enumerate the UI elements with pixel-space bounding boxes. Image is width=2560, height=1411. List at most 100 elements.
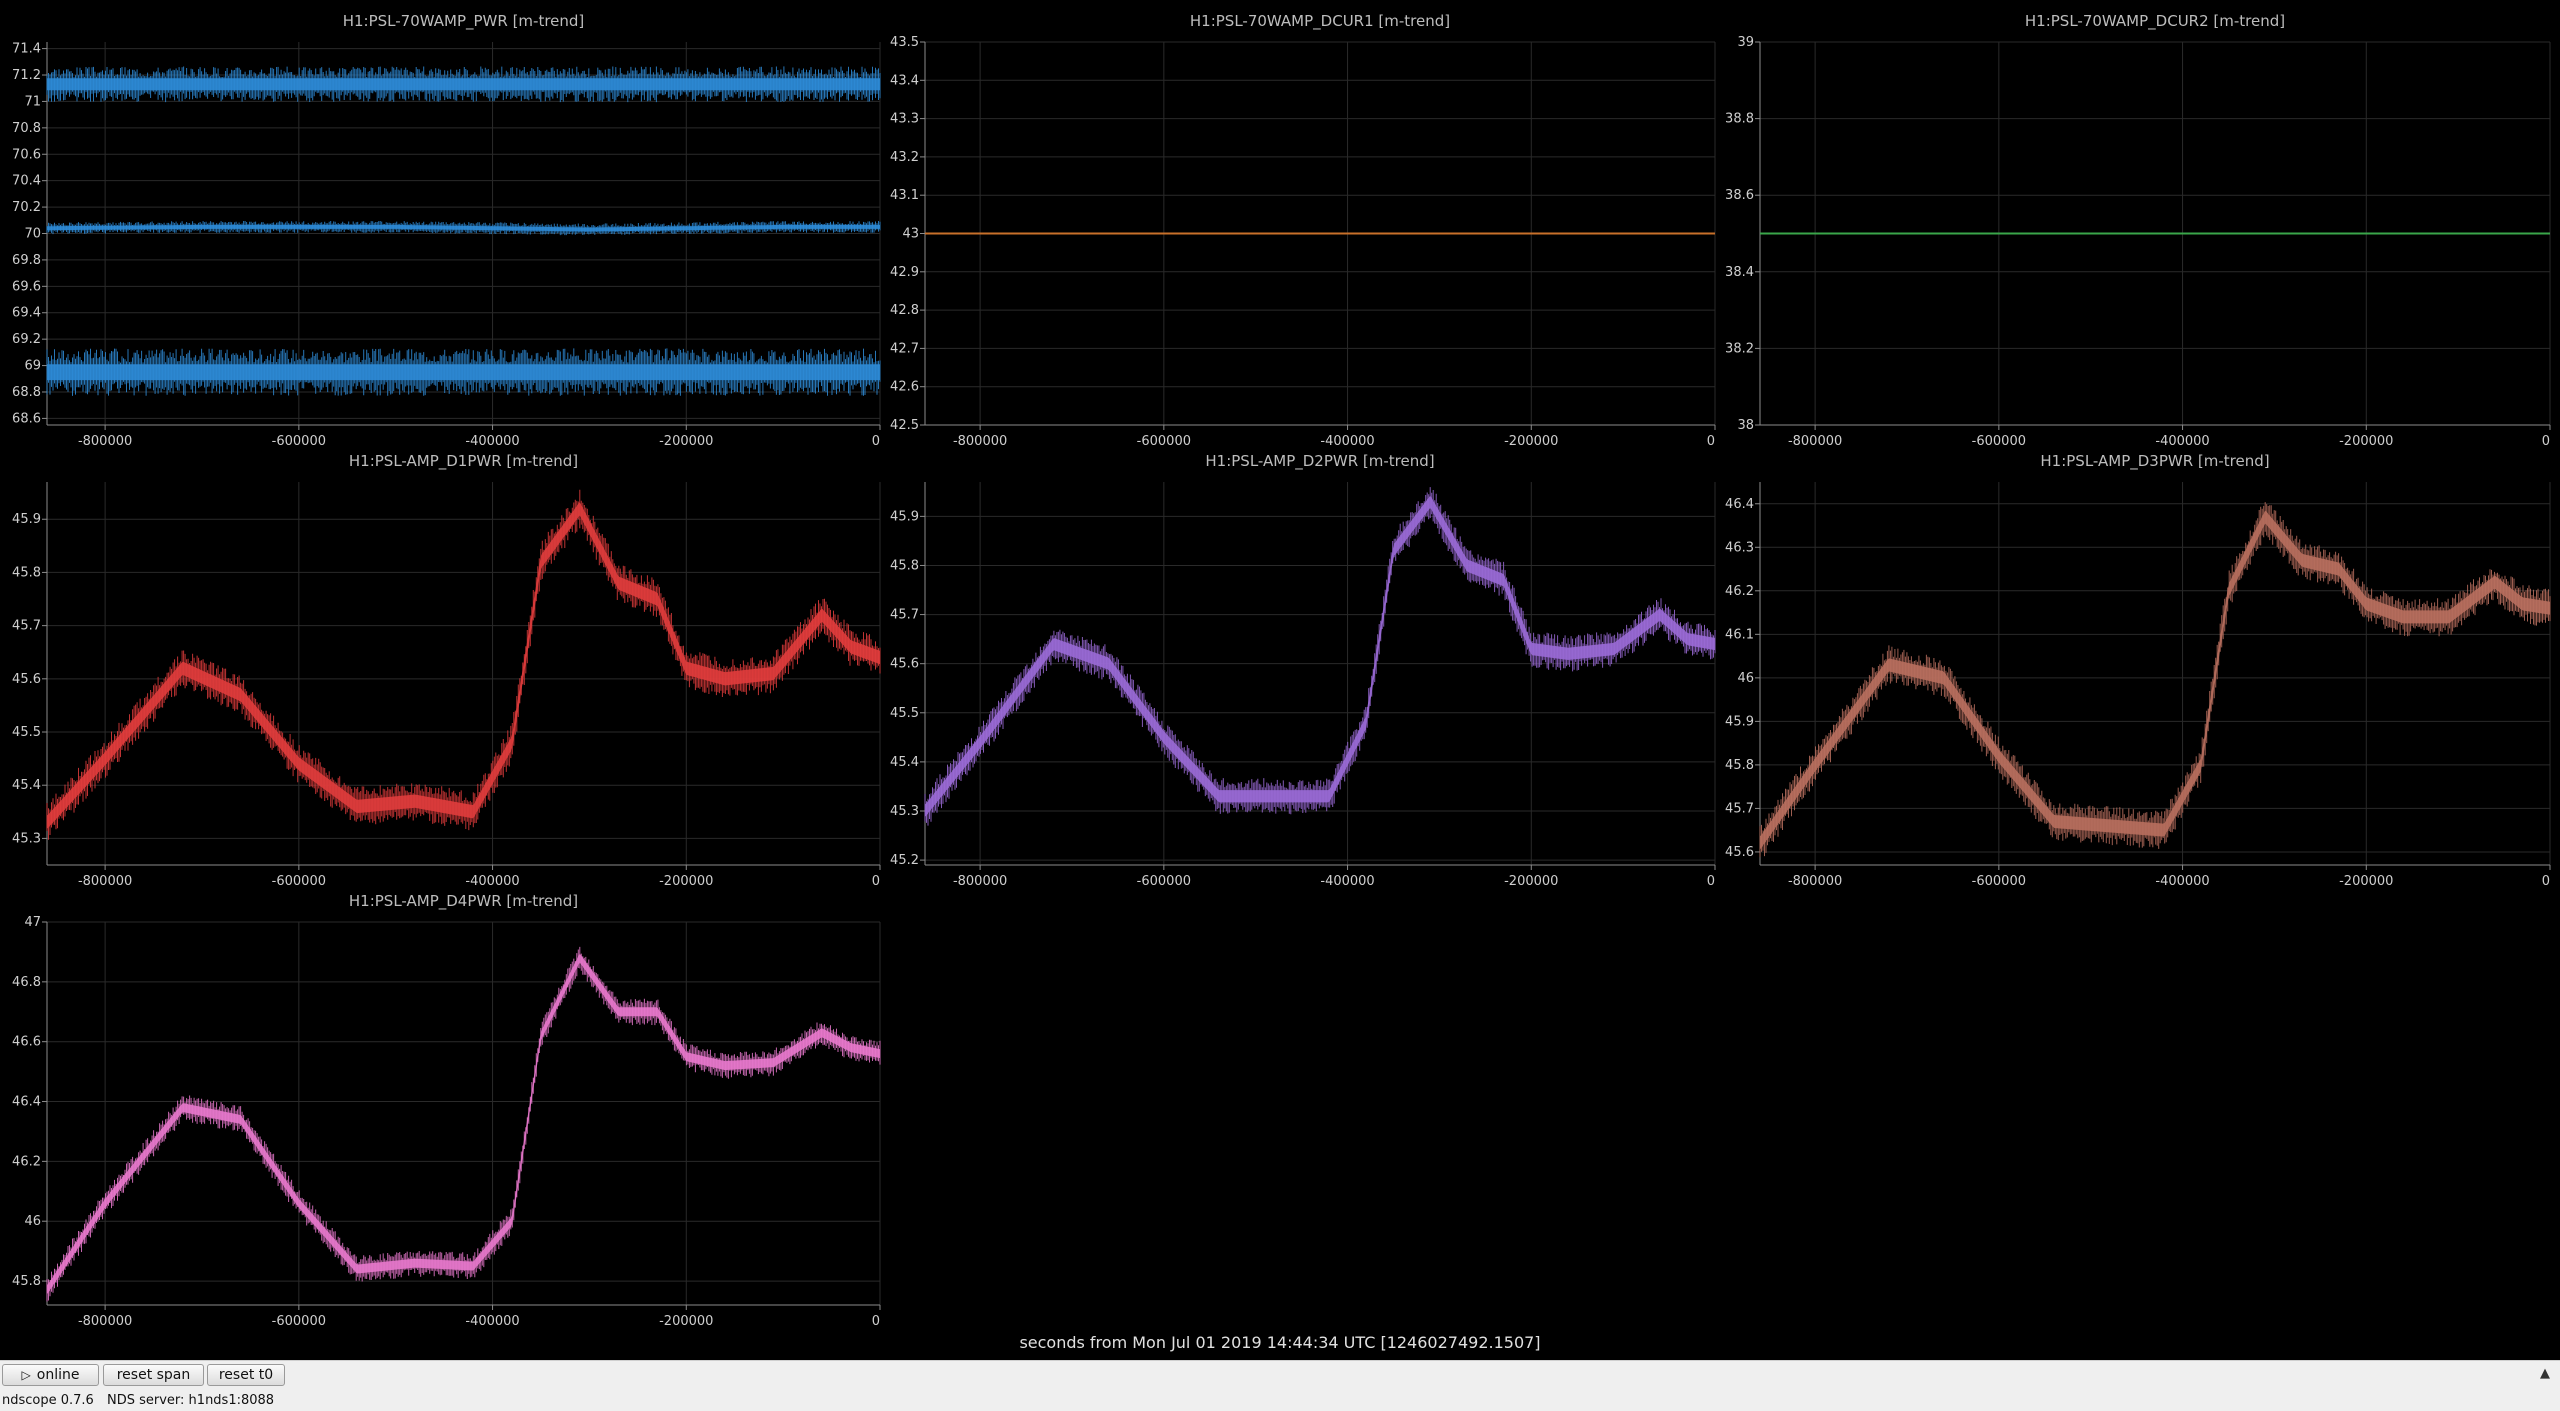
x-tick-label: -600000 [272, 434, 326, 449]
y-tick-label: 46 [24, 1214, 41, 1229]
y-tick-label: 46 [1737, 671, 1754, 686]
plot-panel[interactable]: H1:PSL-AMP_D3PWR [m-trend] 45.6 45.7 45.8 45… [1725, 452, 2551, 889]
y-tick-label: 68.8 [12, 385, 41, 400]
y-tick-label: 46.1 [1725, 627, 1754, 642]
y-tick-label: 45.7 [12, 619, 41, 634]
y-tick-label: 45.8 [12, 565, 41, 580]
y-tick-label: 45.9 [890, 509, 919, 524]
y-tick-label: 45.4 [12, 778, 41, 793]
y-tick-label: 46.3 [1725, 540, 1754, 555]
y-tick-label: 45.9 [12, 512, 41, 527]
x-tick-label: 0 [1707, 434, 1715, 449]
x-tick-label: -600000 [1137, 874, 1191, 889]
x-tick-label: -800000 [953, 874, 1007, 889]
y-tick-label: 43.4 [890, 73, 919, 88]
y-tick-label: 45.5 [890, 706, 919, 721]
reset-span-button[interactable]: reset span [103, 1364, 204, 1386]
y-tick-label: 46.4 [1725, 497, 1754, 512]
series-line [46, 66, 881, 103]
plot-canvas[interactable]: 45.3 45.4 45.5 45.6 45.7 45.8 45.9 -800000 -6000… [12, 482, 881, 893]
y-tick-label: 46.2 [1725, 584, 1754, 599]
plot-panel[interactable]: H1:PSL-70WAMP_PWR [m-trend] 68.6 68.8 69 69.… [12, 12, 881, 449]
x-tick-label: -800000 [1788, 874, 1842, 889]
plot-panel[interactable]: H1:PSL-70WAMP_DCUR1 [m-trend] 42.5 42.6 42.… [890, 12, 1716, 449]
series-trace [47, 78, 880, 91]
toolbar: ▷ online reset span reset t0 ▲ [0, 1360, 2560, 1389]
plot-canvas[interactable]: 45.6 45.7 45.8 45.9 46 46.1 46.2 46.3 46.4 -80000… [1725, 482, 2551, 893]
y-tick-label: 45.7 [890, 608, 919, 623]
y-tick-label: 43.5 [890, 35, 919, 50]
plot-title: H1:PSL-70WAMP_DCUR1 [m-trend] [1189, 12, 1451, 30]
x-tick-label: -800000 [953, 434, 1007, 449]
plot-canvas[interactable]: 42.5 42.6 42.7 42.8 42.9 43 43.1 43.2 43.3 43.4 43… [890, 35, 1716, 453]
plot-canvas[interactable]: 38 38.2 38.4 38.6 38.8 39 -800000 -600000 -40000… [1725, 35, 2551, 453]
x-tick-label: -800000 [78, 434, 132, 449]
y-tick-label: 45.6 [1725, 845, 1754, 860]
plot-panel[interactable]: H1:PSL-70WAMP_DCUR2 [m-trend] 38 38.2 38.4 3… [1725, 12, 2551, 449]
x-tick-label: -400000 [465, 434, 519, 449]
y-tick-label: 70 [24, 227, 41, 242]
x-tick-label: -400000 [1320, 434, 1374, 449]
y-tick-label: 70.2 [12, 200, 41, 215]
x-tick-label: -200000 [659, 434, 713, 449]
chevron-up-icon[interactable]: ▲ [2540, 1366, 2550, 1381]
series-line [46, 489, 881, 840]
plot-title: H1:PSL-70WAMP_DCUR2 [m-trend] [2024, 12, 2286, 30]
x-tick-label: -600000 [1972, 434, 2026, 449]
y-tick-label: 42.7 [890, 341, 919, 356]
x-tick-label: 0 [872, 874, 880, 889]
y-tick-label: 46.8 [12, 975, 41, 990]
plot-panel[interactable]: H1:PSL-AMP_D2PWR [m-trend] 45.2 45.3 45.4 45… [890, 452, 1716, 889]
y-tick-label: 42.6 [890, 380, 919, 395]
y-tick-label: 70.8 [12, 121, 41, 136]
x-tick-label: -400000 [1320, 874, 1374, 889]
series-line [924, 487, 1716, 826]
y-tick-label: 46.6 [12, 1035, 41, 1050]
plot-canvas[interactable]: 45.8 46 46.2 46.4 46.6 46.8 47 -800000 -600000 -4… [12, 915, 881, 1333]
online-button[interactable]: ▷ online [2, 1364, 99, 1386]
series-trace [925, 495, 1715, 818]
y-tick-label: 45.8 [1725, 758, 1754, 773]
plot-panel[interactable]: H1:PSL-AMP_D1PWR [m-trend] 45.3 45.4 45.5 45… [12, 452, 881, 889]
y-tick-label: 45.4 [890, 755, 919, 770]
y-tick-label: 42.9 [890, 265, 919, 280]
x-tick-label: -400000 [465, 1314, 519, 1329]
x-tick-label: -200000 [2339, 874, 2393, 889]
play-icon: ▷ [21, 1368, 31, 1382]
x-tick-label: -400000 [2155, 434, 2209, 449]
plot-title: H1:PSL-AMP_D4PWR [m-trend] [348, 892, 579, 910]
y-tick-label: 45.7 [1725, 801, 1754, 816]
plot-area: H1:PSL-70WAMP_PWR [m-trend] 68.6 68.8 69 69.… [0, 0, 2560, 1360]
y-tick-label: 45.2 [890, 853, 919, 868]
y-tick-label: 43.2 [890, 150, 919, 165]
x-tick-label: -200000 [659, 874, 713, 889]
y-tick-label: 69.2 [12, 332, 41, 347]
x-tick-label: -800000 [1788, 434, 1842, 449]
y-tick-label: 42.8 [890, 303, 919, 318]
x-tick-label: -600000 [1972, 874, 2026, 889]
plot-canvas[interactable]: 68.6 68.8 69 69.2 69.4 69.6 69.8 70 70.2 70.4 70.6… [12, 42, 881, 453]
status-bar: ndscope 0.7.6 NDS server: h1nds1:8088 [0, 1389, 2560, 1411]
x-tick-label: -400000 [465, 874, 519, 889]
y-tick-label: 69.4 [12, 306, 41, 321]
reset-t0-button[interactable]: reset t0 [207, 1364, 285, 1386]
y-tick-label: 68.6 [12, 411, 41, 426]
y-tick-label: 45.3 [12, 831, 41, 846]
y-tick-label: 45.8 [890, 558, 919, 573]
x-tick-label: -600000 [272, 874, 326, 889]
series-trace [1760, 510, 2550, 850]
series-line [1759, 502, 2551, 858]
x-tick-label: -600000 [272, 1314, 326, 1329]
y-tick-label: 38.2 [1725, 341, 1754, 356]
y-tick-label: 71.4 [12, 42, 41, 57]
plot-panel[interactable]: H1:PSL-AMP_D4PWR [m-trend] 45.8 46 46.2 46.4… [12, 892, 881, 1329]
y-tick-label: 70.4 [12, 174, 41, 189]
y-tick-label: 45.5 [12, 725, 41, 740]
x-tick-label: -200000 [1504, 874, 1558, 889]
server-text: NDS server: h1nds1:8088 [107, 1393, 275, 1408]
plot-canvas[interactable]: 45.2 45.3 45.4 45.5 45.6 45.7 45.8 45.9 -800000 -… [890, 482, 1716, 893]
y-tick-label: 42.5 [890, 418, 919, 433]
x-tick-label: -600000 [1137, 434, 1191, 449]
y-tick-label: 38.4 [1725, 265, 1754, 280]
y-tick-label: 45.8 [12, 1274, 41, 1289]
